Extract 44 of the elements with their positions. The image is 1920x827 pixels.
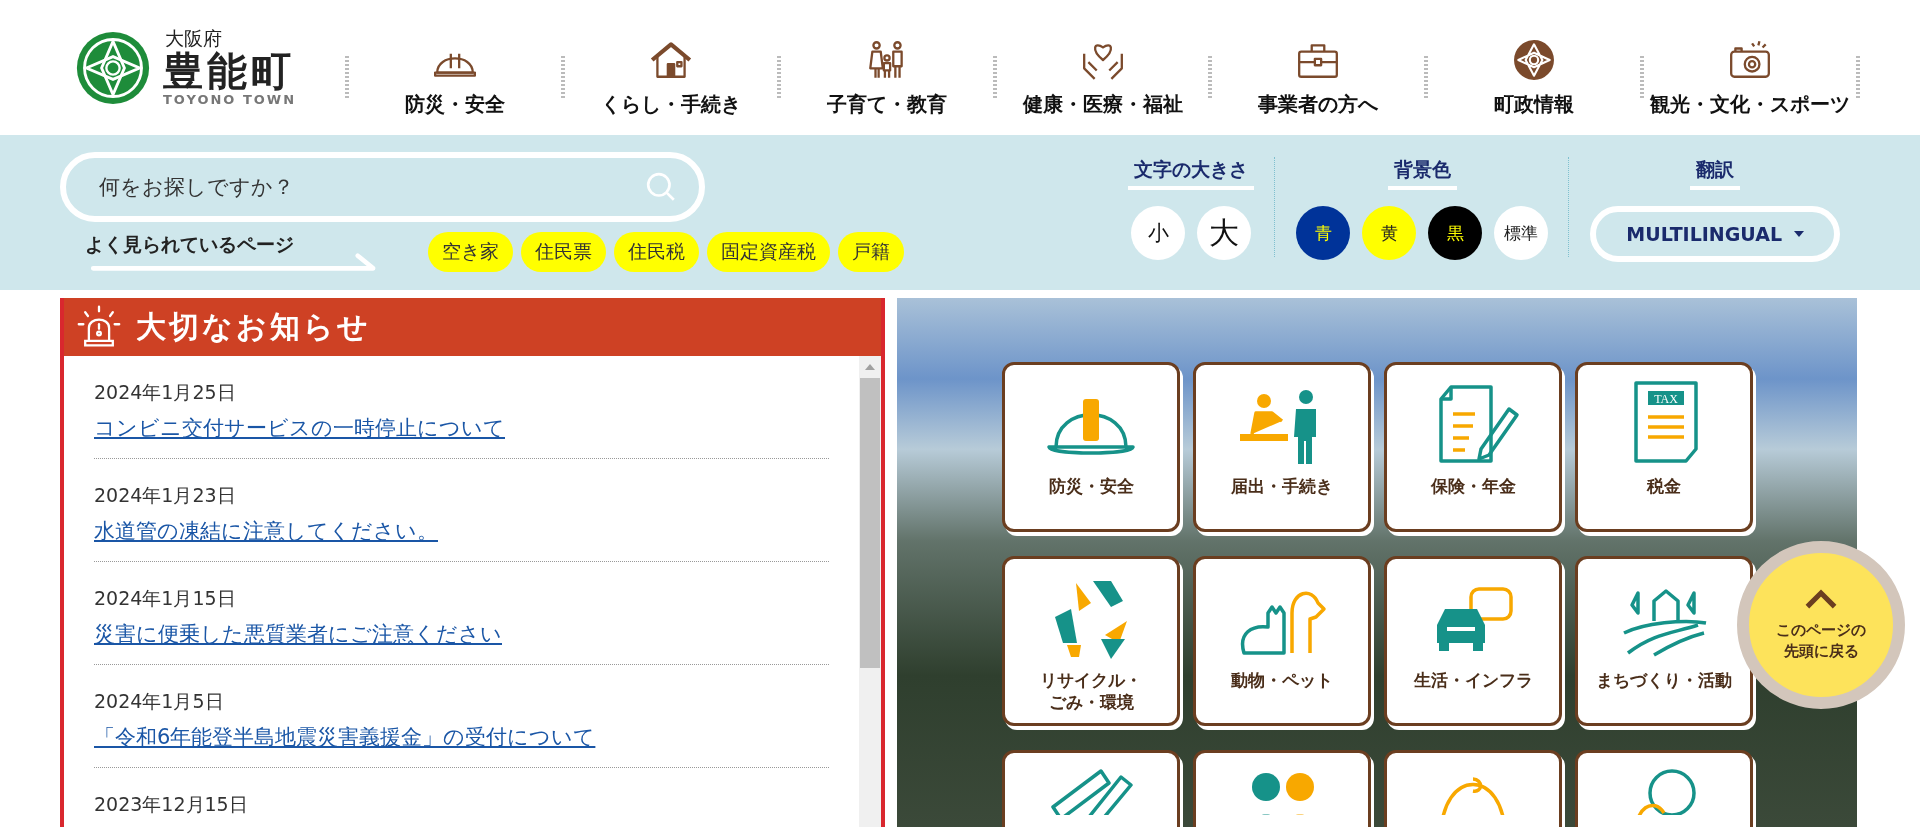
font-size-button[interactable]: 大 [1197, 206, 1252, 260]
background-color-label: 背景色 [1387, 157, 1457, 190]
chevron-up-icon [1804, 588, 1838, 610]
scrollbar-thumb[interactable] [860, 378, 880, 668]
nav-link[interactable]: 子育て・教育 [780, 17, 993, 118]
nav-link[interactable]: 防災・安全 [349, 17, 561, 118]
notices-title: 大切なお知らせ [136, 307, 371, 346]
multilingual-dropdown[interactable]: MULTILINGUAL [1590, 206, 1840, 262]
notice-date: 2024年1月15日 [94, 586, 237, 611]
nav-link[interactable]: 町政情報 [1428, 17, 1641, 118]
notice-link[interactable]: コンビニ交付サービスの一時停止について [94, 414, 829, 442]
popular-page-tag[interactable]: 固定資産税 [707, 232, 830, 272]
nav-link[interactable]: くらし・手続き [564, 17, 777, 118]
background-color-button[interactable]: 標準 [1494, 206, 1549, 260]
nav-link[interactable]: 事業者の方へ [1212, 17, 1425, 118]
notice-link[interactable]: 「令和6年能登半島地震災害義援金」の受付について [94, 723, 829, 751]
tax-label: TAX [1654, 391, 1678, 406]
town-emblem-icon [75, 29, 151, 106]
font-size-label: 文字の大きさ [1128, 157, 1255, 190]
notice-date: 2024年1月5日 [94, 689, 225, 714]
nav-link[interactable]: 健康・医療・福祉 [996, 17, 1209, 118]
notice-link[interactable]: 水道管の凍結に注意してください。 [94, 517, 829, 545]
popular-page-tag[interactable]: 住民税 [614, 232, 699, 272]
caret-icon [1794, 231, 1804, 237]
translate-label: 翻訳 [1690, 157, 1741, 190]
alarm-light-icon [76, 304, 122, 350]
popular-page-tag[interactable]: 住民票 [521, 232, 606, 272]
notice-link[interactable]: 災害に便乗した悪質業者にご注意ください [94, 620, 829, 648]
town-name: 豊能町 [163, 48, 296, 93]
font-size-button[interactable]: 小 [1131, 206, 1186, 260]
notice-date: 2024年1月23日 [94, 483, 237, 508]
popular-pages-label: よく見られているページ [84, 232, 295, 257]
background-color-button[interactable]: 黄 [1362, 206, 1417, 260]
nav-link[interactable]: 観光・文化・スポーツ [1644, 17, 1856, 118]
background-color-button[interactable]: 青 [1296, 206, 1351, 260]
scrollbar[interactable] [859, 356, 881, 827]
background-color-button[interactable]: 黒 [1428, 206, 1483, 260]
town-romaji: TOYONO TOWN [163, 92, 297, 108]
popular-page-tag[interactable]: 戸籍 [838, 232, 904, 272]
popular-page-tag[interactable]: 空き家 [428, 232, 513, 272]
search-field[interactable]: 何をお探しですか？ [60, 152, 705, 222]
notice-date: 2023年12月15日 [94, 792, 249, 817]
prefecture-name: 大阪府 [164, 27, 223, 49]
notice-date: 2024年1月25日 [94, 380, 237, 405]
